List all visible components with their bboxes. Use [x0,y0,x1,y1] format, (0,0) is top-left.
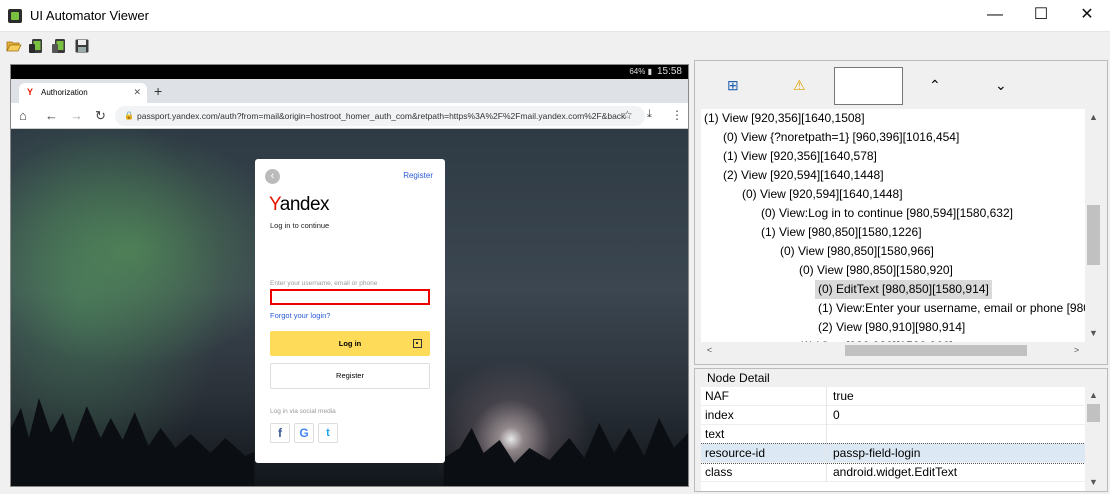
login-field-label: Enter your username, email or phone [270,280,378,287]
title-bar: UI Automator Viewer — ☐ ✕ [0,0,1110,32]
tree-node[interactable]: (0) View [920,594][1640,1448] [739,185,906,204]
tree-node[interactable]: (1) View [920,356][1640,578] [720,147,880,166]
tree-node[interactable]: (1) View [980,850][1580,1226] [758,223,925,242]
scroll-down-icon[interactable]: ▼ [1085,325,1102,342]
lock-icon: 🔒 [124,111,134,120]
scroll-down-icon[interactable]: ▼ [1085,474,1102,491]
browser-address-bar: ⌂ ← → ↻ 🔒 passport.yandex.com/auth?from=… [11,103,688,129]
tree-node[interactable]: (0) View {?noretpath=1} [960,396][1016,4… [720,128,962,147]
register-link[interactable]: Register [403,171,433,180]
url-text: passport.yandex.com/auth?from=mail&origi… [137,111,626,121]
back-icon[interactable]: ← [45,108,58,123]
expand-all-icon[interactable]: ⊞ [727,77,739,94]
device-screenshot-compressed-icon[interactable] [51,38,67,54]
qr-code-icon[interactable] [413,339,422,348]
login-input[interactable] [270,289,430,305]
detail-value[interactable]: 0 [833,406,840,425]
tree-node[interactable]: (0) View [980,850][1580,920] [796,261,956,280]
scrollbar-thumb[interactable] [1087,205,1100,265]
google-icon[interactable]: G [294,423,314,443]
node-detail-panel: Node Detail NAF true index 0 text resource-id… [694,368,1108,492]
detail-key: index [705,406,827,425]
next-match-icon[interactable]: ⌄ [995,77,1007,94]
maximize-button[interactable]: ☐ [1018,0,1064,32]
auth-card: ‹ Register Yandex Log in to continue Ent… [255,159,445,463]
scroll-left-icon[interactable]: < [701,342,718,359]
detail-key: NAF [705,387,827,406]
log-in-label: Log in [338,339,362,348]
social-login-label: Log in via social media [270,408,336,415]
folder-open-icon[interactable] [6,38,22,54]
detail-row[interactable]: class android.widget.EditText [701,463,1085,482]
detail-value[interactable]: android.widget.EditText [833,463,957,482]
register-button[interactable]: Register [270,363,430,389]
detail-value[interactable]: true [833,387,854,406]
tree-node[interactable]: (0) View:Log in to continue [980,594][15… [758,204,1016,223]
scroll-up-icon[interactable]: ▲ [1085,387,1102,404]
window-title: UI Automator Viewer [30,8,149,23]
tab-title: Authorization [41,88,88,97]
hierarchy-panel: ⊞ ⚠ ⌃ ⌄ (1) View [920,356][1640,1508] (0)… [694,60,1108,365]
url-field[interactable]: 🔒 passport.yandex.com/auth?from=mail&ori… [115,106,645,126]
device-screenshot-icon[interactable] [28,38,44,54]
detail-vertical-scrollbar[interactable]: ▲ ▼ [1085,387,1102,491]
yandex-logo: Yandex [269,194,330,215]
tree-node[interactable]: (1) View:Enter your username, email or p… [815,299,1085,318]
detail-key: text [705,425,827,444]
browser-tab-strip: Y Authorization ✕ + [11,79,688,103]
twitter-icon[interactable]: t [318,423,338,443]
android-status-bar: 64% ▮ 15:58 [11,65,688,79]
minimize-button[interactable]: — [972,0,1018,32]
tree-node[interactable]: (0) View [980,850][1580,966] [777,242,937,261]
close-button[interactable]: ✕ [1064,0,1110,32]
tab-close-icon[interactable]: ✕ [133,87,141,98]
tree-node[interactable]: (2) View [980,910][980,914] [815,318,968,337]
app-icon [8,9,22,23]
tree-horizontal-scrollbar[interactable]: < > [701,342,1085,359]
forgot-login-link[interactable]: Forgot your login? [270,311,330,320]
status-time: 15:58 [656,66,682,77]
detail-value[interactable]: passp-field-login [833,444,920,463]
node-detail-title: Node Detail [705,371,772,385]
tree-node[interactable]: (2) View [920,594][1640,1448] [720,166,887,185]
node-detail-table: NAF true index 0 text resource-id passp-field-… [701,387,1085,491]
previous-match-icon[interactable]: ⌃ [929,77,941,94]
yandex-favicon-icon: Y [27,87,34,97]
new-tab-icon[interactable]: + [154,83,162,99]
status-icons: 64% ▮ [629,67,652,76]
detail-key: resource-id [705,444,827,463]
scrollbar-thumb[interactable] [1087,404,1100,422]
scroll-right-icon[interactable]: > [1068,342,1085,359]
scroll-up-icon[interactable]: ▲ [1085,109,1102,126]
detail-row[interactable]: resource-id passp-field-login [701,443,1085,464]
detail-key: class [705,463,827,482]
login-subtitle: Log in to continue [270,221,330,230]
tree-node[interactable]: (1) View [920,356][1640,1508] [701,109,868,128]
log-in-button[interactable]: Log in [270,331,430,356]
hierarchy-tree[interactable]: (1) View [920,356][1640,1508] (0) View {?… [701,109,1085,342]
forward-icon[interactable]: → [70,108,83,123]
toolbar [0,32,1110,60]
tree-toolbar: ⊞ ⚠ ⌃ ⌄ [695,61,1107,109]
detail-row[interactable]: NAF true [701,387,1085,406]
bookmark-star-icon[interactable]: ☆ [622,108,633,122]
device-screenshot[interactable]: 64% ▮ 15:58 Y Authorization ✕ + ⌂ ← → ↻ … [10,64,689,487]
detail-row[interactable]: text [701,425,1085,444]
back-arrow-icon[interactable]: ‹ [265,169,280,184]
save-icon[interactable] [74,38,90,54]
tree-node[interactable]: (0) EditText [980,850][1580,914] [815,280,992,299]
search-input[interactable] [834,67,903,105]
more-menu-icon[interactable]: ⋮ [671,108,683,122]
nav-warning-icon[interactable]: ⚠ [793,77,806,94]
scrollbar-thumb[interactable] [845,345,1027,356]
reload-icon[interactable]: ↻ [95,108,106,124]
download-icon[interactable]: ⤓ [647,108,652,121]
home-icon[interactable]: ⌂ [19,108,27,123]
facebook-icon[interactable]: f [270,423,290,443]
detail-row[interactable]: index 0 [701,406,1085,425]
tree-vertical-scrollbar[interactable]: ▲ ▼ [1085,109,1102,342]
browser-tab[interactable]: Y Authorization ✕ [19,83,147,103]
